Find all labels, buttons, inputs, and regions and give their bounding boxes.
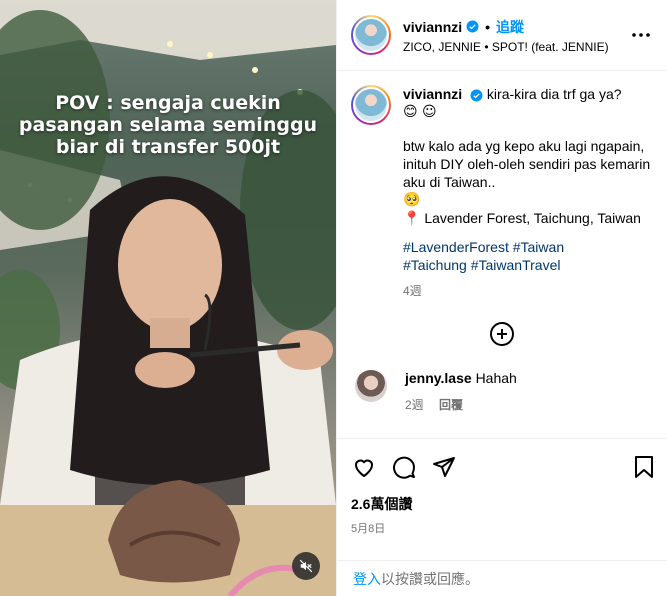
avatar-image bbox=[353, 17, 389, 53]
reel-video[interactable]: POV : sengaja cuekin pasangan selama sem… bbox=[0, 0, 336, 596]
login-prompt: 登入 以按讚或回應。 bbox=[337, 560, 667, 596]
more-options-button[interactable] bbox=[629, 23, 653, 47]
comment-item: jenny.lase Hahah 2週 回覆 bbox=[351, 370, 653, 413]
hashtag-list: #LavenderForest #Taiwan #Taichung #Taiwa… bbox=[403, 238, 653, 274]
action-bar bbox=[337, 438, 667, 494]
muted-speaker-icon bbox=[299, 559, 313, 573]
load-more-comments bbox=[351, 322, 653, 346]
like-count[interactable]: 2.6萬個讚 bbox=[351, 494, 653, 514]
comment-age: 2週 bbox=[405, 398, 424, 412]
verified-badge-icon bbox=[466, 20, 479, 33]
caption-avatar[interactable] bbox=[351, 85, 391, 125]
comments-section: viviannzi kira-kira dia trf ga ya? 😊 ☺ b… bbox=[337, 71, 667, 438]
location-pin-icon: 📍 bbox=[403, 211, 421, 227]
comment-body: jenny.lase Hahah 2週 回覆 bbox=[405, 370, 517, 413]
caption-text: kira-kira dia trf ga ya? bbox=[486, 86, 622, 102]
post-header: viviannzi • 追蹤 ZICO, JENNIE • SPOT! (fea… bbox=[337, 0, 667, 71]
hashtag-link[interactable]: #Taichung bbox=[403, 257, 467, 273]
caption-body: viviannzi kira-kira dia trf ga ya? 😊 ☺ b… bbox=[403, 85, 653, 300]
share-button[interactable] bbox=[431, 454, 457, 480]
comment-meta: 2週 回覆 bbox=[405, 396, 517, 413]
verified-badge-icon bbox=[470, 89, 483, 102]
commenter-avatar[interactable] bbox=[355, 370, 387, 402]
caption-first-line: viviannzi kira-kira dia trf ga ya? bbox=[403, 85, 653, 103]
comment-text: Hahah bbox=[475, 370, 517, 386]
avatar[interactable] bbox=[351, 15, 391, 55]
save-button[interactable] bbox=[631, 454, 657, 480]
video-caption-line: pasangan selama seminggu bbox=[18, 114, 318, 136]
follow-button[interactable]: 追蹤 bbox=[496, 17, 524, 37]
hashtag-link[interactable]: #LavenderForest bbox=[403, 239, 509, 255]
plus-icon bbox=[497, 329, 507, 339]
post-stats: 2.6萬個讚 5月8日 bbox=[337, 494, 667, 560]
heart-icon bbox=[355, 459, 373, 477]
video-caption-line: biar di transfer 500jt bbox=[55, 136, 281, 158]
caption-username[interactable]: viviannzi bbox=[403, 86, 462, 102]
caption-emoji: 😊 ☺ bbox=[403, 104, 437, 120]
audio-track-link[interactable]: ZICO, JENNIE • SPOT! (feat. JENNIE) bbox=[403, 40, 629, 54]
reply-button[interactable]: 回覆 bbox=[439, 398, 463, 412]
video-caption-line: POV : sengaja cuekin bbox=[55, 92, 281, 114]
more-options-icon bbox=[632, 33, 650, 37]
like-button[interactable] bbox=[351, 454, 377, 480]
commenter-username[interactable]: jenny.lase bbox=[405, 370, 472, 386]
login-prompt-text: 以按讚或回應。 bbox=[381, 570, 479, 587]
header-user-line: viviannzi • 追蹤 bbox=[403, 17, 629, 37]
comment-line: jenny.lase Hahah bbox=[405, 370, 517, 386]
comment-button[interactable] bbox=[391, 454, 417, 480]
caption-location: 📍 Lavender Forest, Taichung, Taiwan bbox=[403, 209, 653, 228]
header-meta: viviannzi • 追蹤 ZICO, JENNIE • SPOT! (fea… bbox=[403, 17, 629, 54]
login-link[interactable]: 登入 bbox=[353, 569, 381, 589]
load-more-comments-button[interactable] bbox=[490, 322, 514, 346]
hashtag-link[interactable]: #TaiwanTravel bbox=[471, 257, 561, 273]
post-date[interactable]: 5月8日 bbox=[351, 520, 653, 536]
video-frame-illustration bbox=[0, 0, 336, 596]
hashtag-link[interactable]: #Taiwan bbox=[513, 239, 564, 255]
video-caption: POV : sengaja cuekin pasangan selama sem… bbox=[0, 92, 336, 158]
separator-dot: • bbox=[485, 18, 491, 35]
post-caption: viviannzi kira-kira dia trf ga ya? 😊 ☺ b… bbox=[351, 85, 653, 300]
caption-paragraph: btw kalo ada yg kepo aku lagi ngapain, i… bbox=[403, 138, 651, 190]
paper-plane-icon bbox=[433, 456, 455, 477]
mute-button[interactable] bbox=[292, 552, 320, 580]
avatar-image bbox=[353, 87, 389, 123]
username-link[interactable]: viviannzi bbox=[403, 19, 462, 35]
post-panel: viviannzi • 追蹤 ZICO, JENNIE • SPOT! (fea… bbox=[336, 0, 667, 596]
bookmark-icon bbox=[635, 455, 653, 478]
caption-age: 4週 bbox=[403, 284, 422, 298]
comment-bubble-icon bbox=[393, 456, 415, 479]
location-text: Lavender Forest, Taichung, Taiwan bbox=[424, 210, 641, 226]
caption-emoji: 🥺 bbox=[403, 192, 421, 208]
